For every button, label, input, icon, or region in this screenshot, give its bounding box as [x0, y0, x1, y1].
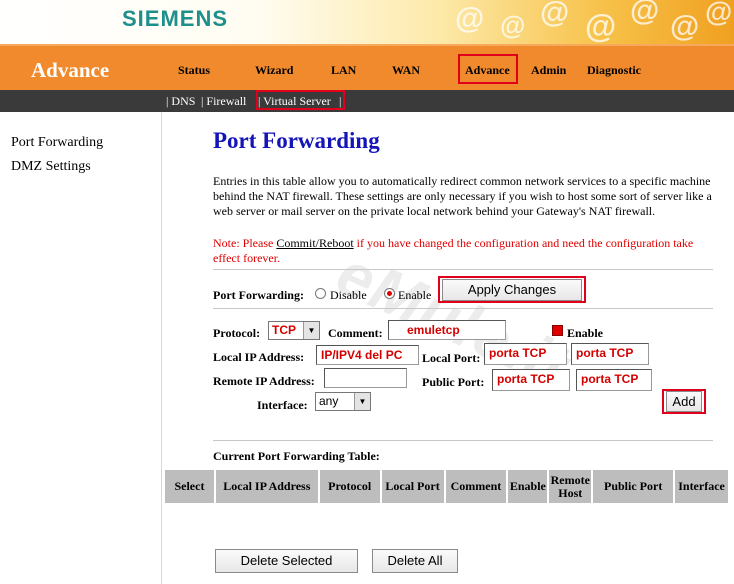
active-subnav-highlight [256, 90, 345, 110]
enable-checkbox[interactable] [552, 325, 563, 336]
nav-wan[interactable]: WAN [392, 63, 420, 78]
local-port-from-input[interactable]: porta TCP [484, 343, 567, 365]
delete-all-button[interactable]: Delete All [372, 549, 458, 573]
col-enable: Enable [508, 470, 550, 503]
public-port-to-input[interactable]: porta TCP [576, 369, 652, 391]
protocol-select[interactable]: TCP ▼ [268, 321, 320, 340]
interface-select[interactable]: any ▼ [315, 392, 371, 411]
commit-note: Note: Please Commit/Reboot if you have c… [213, 236, 713, 266]
col-interface: Interface [675, 470, 728, 503]
interface-value: any [319, 394, 339, 408]
protocol-value: TCP [272, 323, 296, 337]
port-forwarding-table-header: Select Local IP Address Protocol Local P… [164, 470, 728, 503]
interface-label: Interface: [257, 398, 308, 412]
local-ip-label: Local IP Address: [213, 350, 305, 364]
main-nav: Advance Status Wizard LAN WAN Advance Ad… [0, 44, 734, 90]
divider [213, 308, 713, 309]
local-port-to-input[interactable]: porta TCP [571, 343, 649, 365]
local-port-label: Local Port: [422, 351, 481, 365]
enable-radio[interactable] [384, 288, 395, 299]
remote-ip-label: Remote IP Address: [213, 374, 315, 388]
add-button[interactable]: Add [666, 391, 702, 412]
siemens-logo: SIEMENS [122, 6, 229, 31]
enable-label: Enable [398, 288, 432, 302]
top-banner: @ @ @ @ @ @ @ SIEMENS [0, 0, 734, 44]
table-title: Current Port Forwarding Table: [213, 449, 380, 463]
protocol-label: Protocol: [213, 326, 261, 340]
page-description: Entries in this table allow you to autom… [213, 174, 712, 218]
local-ip-input[interactable]: IP/IPV4 del PC [316, 345, 419, 365]
section-title: Advance [31, 58, 110, 82]
nav-diagnostic[interactable]: Diagnostic [587, 63, 641, 78]
col-public-port: Public Port [593, 470, 676, 503]
active-nav-highlight [458, 54, 518, 84]
col-comment: Comment [445, 470, 509, 503]
public-port-from-input[interactable]: porta TCP [492, 369, 570, 391]
nav-lan[interactable]: LAN [331, 63, 356, 78]
nav-wizard[interactable]: Wizard [255, 63, 293, 78]
remote-ip-input[interactable] [324, 368, 407, 388]
note-prefix: Note: Please [213, 236, 277, 250]
disable-label: Disable [330, 288, 367, 302]
nav-status[interactable]: Status [178, 63, 210, 78]
enable-checkbox-label: Enable [567, 326, 604, 340]
commit-reboot-link[interactable]: Commit/Reboot [276, 236, 353, 250]
comment-label: Comment: [328, 326, 383, 340]
col-select: Select [165, 470, 216, 503]
nav-admin[interactable]: Admin [531, 63, 566, 78]
subnav-dns[interactable]: | DNS [166, 94, 195, 109]
disable-radio[interactable] [315, 288, 326, 299]
public-port-label: Public Port: [422, 375, 485, 389]
port-forwarding-label: Port Forwarding: [213, 288, 304, 302]
sub-nav: | DNS | Firewall | Virtual Server | [0, 90, 734, 112]
chevron-down-icon: ▼ [354, 393, 370, 410]
page-title: Port Forwarding [213, 128, 380, 153]
divider [213, 440, 713, 441]
chevron-down-icon: ▼ [303, 322, 319, 339]
comment-input[interactable]: emuletcp [388, 320, 506, 340]
delete-selected-button[interactable]: Delete Selected [215, 549, 358, 573]
col-local-port: Local Port [381, 470, 446, 503]
sidebar-item-port-forwarding[interactable]: Port Forwarding [11, 135, 103, 151]
subnav-firewall[interactable]: | Firewall [201, 94, 246, 109]
col-remote-host: Remote Host [549, 470, 594, 503]
apply-changes-button[interactable]: Apply Changes [442, 279, 582, 301]
sidebar-item-dmz-settings[interactable]: DMZ Settings [11, 159, 91, 175]
col-protocol: Protocol [319, 470, 382, 503]
col-local-ip: Local IP Address [215, 470, 320, 503]
sidebar: Port Forwarding DMZ Settings [0, 112, 162, 584]
divider [213, 269, 713, 270]
